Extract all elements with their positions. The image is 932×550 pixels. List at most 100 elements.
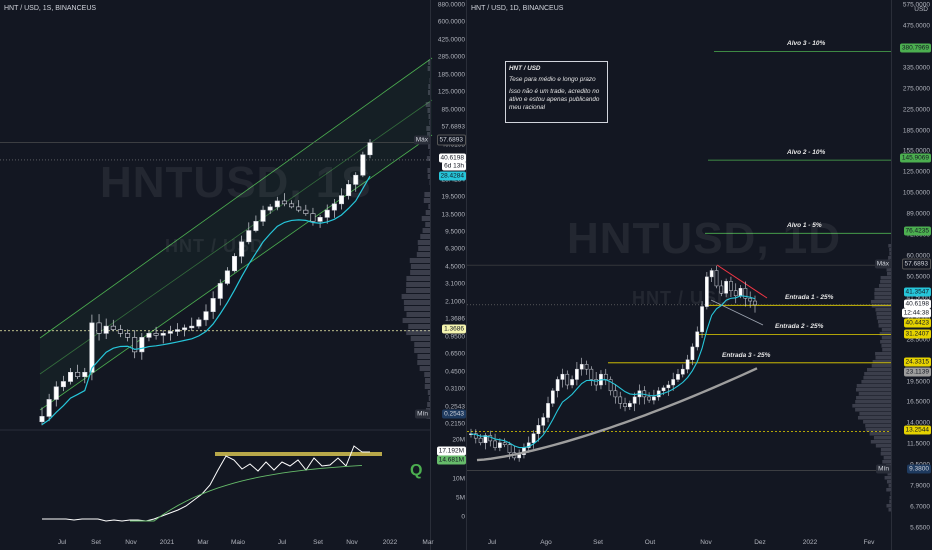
candle-body — [536, 425, 541, 434]
price-tick-label: 57.6893 — [441, 123, 466, 131]
price-tick-label: 19.5000 — [906, 378, 931, 386]
indicator-tick-label: 5M — [455, 494, 465, 502]
volume-profile-bar — [852, 404, 892, 408]
price-tick-label: 125.0000 — [902, 168, 930, 176]
signal-line — [130, 465, 363, 522]
volume-profile-bar — [865, 424, 892, 428]
support-tag: 13.2544 — [903, 425, 931, 435]
volume-profile-bar — [856, 384, 892, 388]
countdown-tag: 12:44:38 — [901, 308, 931, 318]
candle-body — [502, 442, 507, 445]
max-label: Máx — [413, 135, 430, 145]
candle-body — [652, 396, 656, 401]
candle-body — [317, 217, 323, 222]
time-tick-label: Jul — [57, 539, 67, 546]
ema-tag: 41.3547 — [903, 287, 931, 297]
max-value-tag: 57.6893 — [901, 258, 931, 270]
watermark-sub: HNT / USD — [632, 288, 731, 308]
volume-profile-bar — [406, 288, 431, 293]
candle-body — [656, 390, 661, 398]
time-tick-label: Set — [313, 539, 323, 546]
candle-body — [753, 300, 757, 306]
time-tick-label: Mar — [197, 539, 209, 546]
price-tick-label: 9.5000 — [445, 228, 465, 236]
price-tick-label: 0.3100 — [445, 385, 465, 393]
candle-body — [738, 288, 743, 297]
volume-profile-bar — [877, 320, 892, 324]
note-line: Isso não é um trade, acredito no — [509, 88, 600, 95]
watermark-sub: HNT / USD — [165, 236, 264, 256]
candle-body — [68, 371, 74, 382]
candle-body — [260, 209, 266, 222]
volume-profile-bar — [874, 288, 892, 292]
q-symbol: Q — [410, 462, 423, 479]
thesis-note[interactable]: HNT / USD Tese para médio e longo prazo … — [505, 61, 608, 123]
volume-profile-bar — [875, 356, 892, 360]
candle-body — [748, 298, 753, 302]
candle-body — [60, 381, 66, 388]
target-3-label: Alvo 3 - 10% — [787, 40, 826, 47]
price-tick-label: 13.5000 — [441, 211, 466, 218]
indicator-tick-label: 0 — [461, 513, 465, 521]
candle-body — [613, 390, 618, 398]
watermark-main: HNTUSD, 1S — [100, 158, 372, 207]
candle-body — [153, 333, 159, 336]
volume-profile-bar — [406, 330, 431, 335]
indicator-zone — [215, 452, 382, 456]
candle-body — [146, 333, 152, 338]
candle-body — [623, 403, 627, 408]
candle-body — [324, 209, 330, 218]
price-tick-label: 880.0000 — [437, 1, 465, 9]
candle-body — [685, 359, 690, 370]
candle-body — [493, 440, 497, 448]
volume-profile-bar — [410, 270, 431, 275]
volume-profile-bar — [859, 412, 892, 416]
price-axis[interactable]: 880.0000 600.0000 425.0000 285.0000 185.0000… — [430, 0, 467, 550]
volume-profile-bar — [857, 416, 892, 420]
candle-body — [546, 403, 550, 418]
candle-body — [603, 373, 608, 380]
chart-title: HNT / USD, 1S, BINANCEUS — [4, 5, 97, 12]
note-line: Tese para médio e longo prazo — [509, 76, 596, 83]
volume-profile-bar — [870, 300, 892, 304]
time-tick-label: Dez — [754, 539, 766, 546]
price-tick-label: 425.0000 — [437, 36, 465, 44]
candle-body — [46, 399, 52, 417]
price-tick-label: 16.5000 — [906, 398, 931, 406]
candle-body — [560, 373, 565, 380]
candle-body — [709, 270, 714, 278]
chart-title: HNT / USD, 1D, BINANCEUS — [471, 5, 564, 12]
price-tick-label: 185.0000 — [437, 71, 465, 79]
time-tick-label: 2021 — [159, 539, 175, 546]
volume-profile-bar — [408, 324, 431, 329]
weekly-chart-canvas[interactable] — [0, 0, 467, 550]
time-tick-label: 2022 — [802, 539, 818, 546]
volume-profile-bar — [406, 312, 431, 317]
candle-body — [253, 221, 259, 231]
candle-body — [555, 379, 560, 392]
candle-body — [661, 387, 666, 392]
price-tick-label: 335.0000 — [902, 64, 930, 72]
price-tick-label: 6.3000 — [445, 245, 465, 253]
price-tick-label: 50.5000 — [906, 273, 931, 281]
candle-body — [167, 331, 173, 334]
note-title: HNT / USD — [509, 65, 541, 72]
ema-tag: 28.4284 — [438, 171, 466, 181]
candle-body — [570, 379, 574, 386]
min-label: Mín — [415, 409, 430, 419]
price-tick-label: 3.1000 — [445, 280, 465, 288]
price-tick-label: 1.3686 — [445, 315, 465, 323]
time-tick-label: Set — [593, 539, 603, 546]
indicator-tick-label: 20M — [452, 436, 465, 444]
weekly-chart-panel[interactable]: HNT / USD, 1S, BINANCEUS HNTUSD, 1S HNT … — [0, 0, 467, 550]
price-tick-label: 85.0000 — [441, 106, 466, 114]
candle-body — [89, 322, 95, 373]
price-tick-label: 105.0000 — [902, 189, 930, 197]
volume-profile-bar — [861, 380, 892, 384]
candle-body — [478, 437, 483, 444]
candle-body — [189, 325, 195, 329]
candle-body — [517, 454, 521, 459]
target-1-tag: 76.4235 — [903, 226, 931, 236]
candle-body — [690, 346, 695, 360]
volume-profile-bar — [417, 360, 431, 365]
